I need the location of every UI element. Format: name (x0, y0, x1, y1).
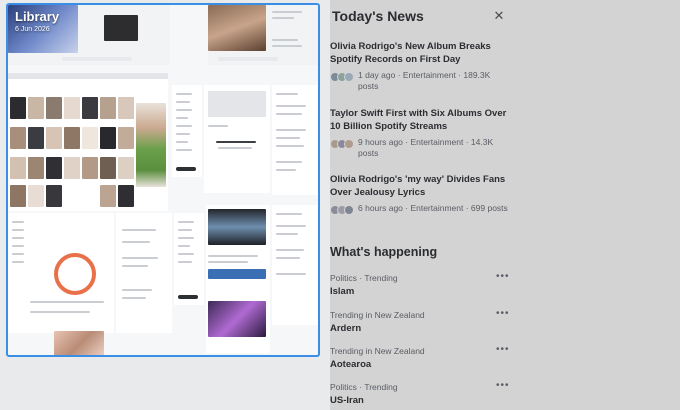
trend-category: Trending in New Zealand (330, 346, 425, 356)
news-story[interactable]: Olivia Rodrigo's 'my way' Divides Fans O… (330, 173, 510, 215)
thumbnail-image (100, 185, 116, 207)
thumbnail-image (118, 127, 134, 149)
screen: Today's News ✕ Olivia Rodrigo's New Albu… (0, 0, 680, 410)
whats-happening-title: What's happening (330, 245, 438, 259)
news-story[interactable]: Taylor Swift First with Six Albums Over … (330, 107, 510, 159)
news-panel: Today's News ✕ Olivia Rodrigo's New Albu… (330, 0, 680, 410)
thumbnail-image (10, 127, 26, 149)
news-story-headline: Olivia Rodrigo's New Album Breaks Spotif… (330, 41, 491, 65)
news-story-meta: 6 hours ago · Entertainment · 699 posts (358, 203, 508, 213)
screenshot-thumbnail[interactable] (206, 205, 270, 353)
thumbnail-image (28, 185, 44, 207)
news-story-headline: Taylor Swift First with Six Albums Over … (330, 108, 507, 132)
more-icon[interactable]: ••• (496, 344, 510, 355)
story-avatars (330, 139, 354, 149)
thumbnail-image (64, 97, 80, 119)
thumbnail-image (54, 331, 104, 355)
thumbnail-image (10, 97, 26, 119)
thumbnail-image (118, 157, 134, 179)
avatar (344, 139, 354, 149)
news-story-meta: 9 hours ago · Entertainment · 14.3K post… (358, 137, 494, 158)
screenshot-thumbnail[interactable] (116, 213, 172, 333)
trend-item[interactable]: Politics · Trending US-Iran ••• (330, 380, 510, 406)
thumbnail-image (208, 5, 266, 51)
story-avatars (330, 72, 354, 82)
avatar (344, 72, 354, 82)
thumbnail-image (104, 15, 138, 41)
close-icon[interactable]: ✕ (492, 8, 506, 24)
thumbnail-image (82, 157, 98, 179)
thumbnail-image (10, 185, 26, 207)
thumbnail-image (82, 127, 98, 149)
more-icon[interactable]: ••• (496, 308, 510, 319)
story-avatars (330, 205, 354, 215)
thumbnail-image (208, 269, 266, 279)
trend-category: Politics · Trending (330, 273, 398, 283)
library-panel[interactable]: Library 6 Jun 2026 (6, 3, 320, 357)
trend-item[interactable]: Trending in New Zealand Ardern ••• (330, 308, 510, 334)
thumbnail-image (100, 157, 116, 179)
screenshot-thumbnail[interactable] (208, 5, 318, 65)
trend-category: Trending in New Zealand (330, 310, 425, 320)
trend-name: Ardern (330, 323, 362, 334)
thumbnail-image (28, 157, 44, 179)
thumbnail-image (208, 209, 266, 245)
thumbnail-image (46, 157, 62, 179)
screenshot-thumbnail[interactable] (174, 213, 204, 305)
trend-category: Politics · Trending (330, 382, 398, 392)
more-icon[interactable]: ••• (496, 380, 510, 391)
thumbnail-image (208, 301, 266, 337)
thumbnail-image (64, 157, 80, 179)
trend-name: Aotearoa (330, 359, 372, 370)
thumbnail-image (46, 127, 62, 149)
thumbnail-image (100, 127, 116, 149)
thumbnail-image (28, 97, 44, 119)
more-icon[interactable]: ••• (496, 271, 510, 282)
thumbnail-image (46, 185, 62, 207)
library-title: Library (15, 9, 60, 24)
screenshot-thumbnail[interactable] (272, 85, 318, 195)
thumbnail-image (46, 97, 62, 119)
forecast-gauge (54, 253, 96, 295)
news-story[interactable]: Olivia Rodrigo's New Album Breaks Spotif… (330, 40, 510, 92)
avatar (344, 205, 354, 215)
thumbnail-image (82, 97, 98, 119)
news-story-meta: 1 day ago · Entertainment · 189.3K posts (358, 70, 491, 91)
news-panel-title: Today's News (332, 8, 424, 24)
screenshot-thumbnail[interactable] (204, 85, 270, 193)
screenshot-thumbnail[interactable] (8, 73, 168, 211)
thumbnail-image (100, 97, 116, 119)
thumbnail-image (28, 127, 44, 149)
trend-name: Islam (330, 286, 355, 297)
news-story-headline: Olivia Rodrigo's 'my way' Divides Fans O… (330, 174, 506, 198)
thumbnail-image (64, 127, 80, 149)
trend-item[interactable]: Politics · Trending Islam ••• (330, 271, 510, 297)
screenshot-thumbnail[interactable] (8, 213, 114, 333)
screenshot-thumbnail[interactable] (172, 85, 202, 177)
trend-name: US-Iran (330, 395, 364, 406)
screenshot-thumbnail[interactable] (272, 205, 318, 325)
thumbnail-image (118, 185, 134, 207)
library-date: 6 Jun 2026 (15, 26, 50, 33)
trend-item[interactable]: Trending in New Zealand Aotearoa ••• (330, 344, 510, 370)
thumbnail-image (136, 103, 166, 187)
thumbnail-image (10, 157, 26, 179)
thumbnail-image (118, 97, 134, 119)
